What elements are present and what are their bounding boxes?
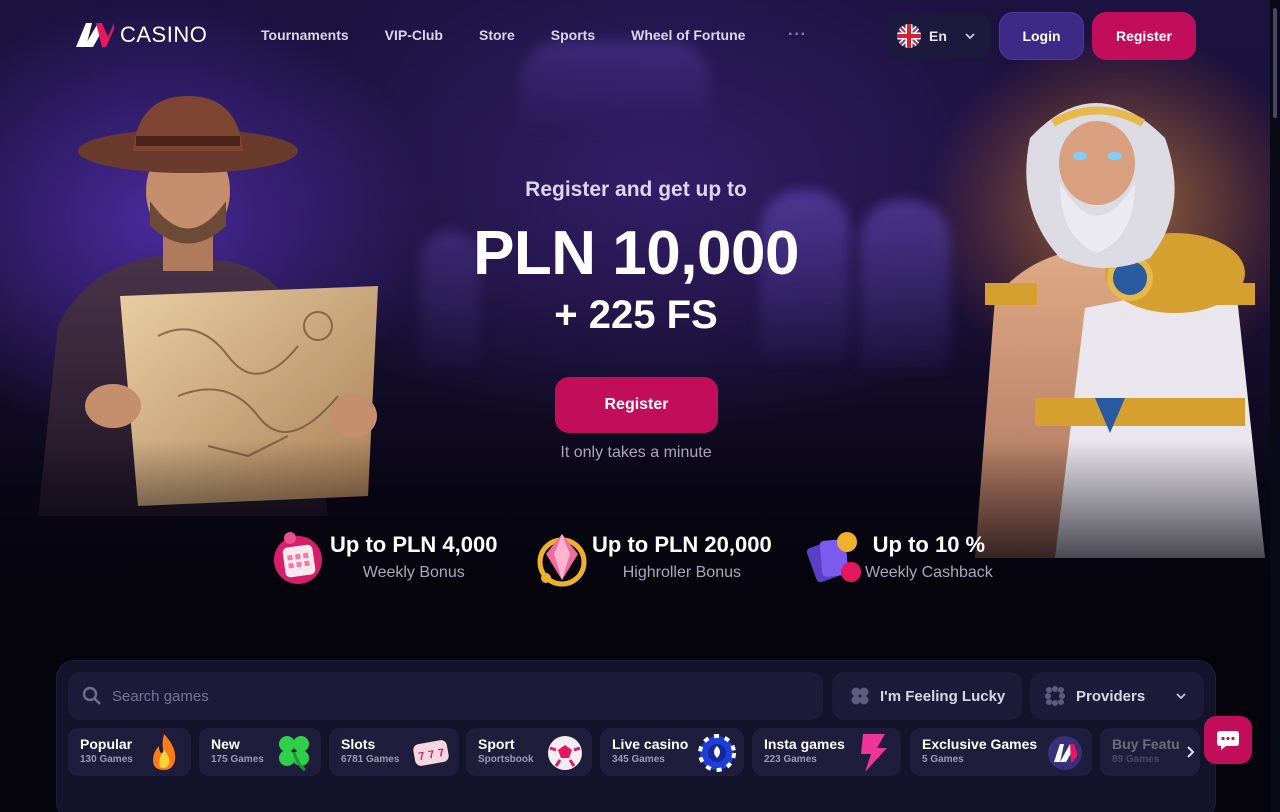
- av-logo-icon: [1048, 736, 1082, 770]
- chat-support-button[interactable]: [1204, 716, 1252, 764]
- casino-chip-icon: [698, 734, 736, 772]
- category-exclusive-games[interactable]: Exclusive Games 5 Games: [910, 728, 1092, 776]
- bonus-label: Weekly Cashback: [865, 564, 993, 581]
- fire-icon: [153, 734, 176, 770]
- top-header: CASINO Tournaments VIP-Club Store Sports…: [0, 0, 1280, 72]
- nav-item-tournaments[interactable]: Tournaments: [261, 27, 349, 43]
- nav-more-button[interactable]: ···: [788, 26, 807, 44]
- feeling-lucky-label: I'm Feeling Lucky: [880, 687, 1006, 705]
- bonus-title: Up to 10 %: [872, 532, 986, 557]
- bonus-cashback[interactable]: Up to 10 % Weekly Cashback: [807, 528, 993, 588]
- register-button-header[interactable]: Register: [1092, 12, 1196, 60]
- login-button[interactable]: Login: [999, 12, 1084, 60]
- language-selector[interactable]: En: [886, 13, 991, 59]
- search-bar[interactable]: [68, 672, 823, 720]
- chevron-right-icon[interactable]: [1182, 741, 1200, 763]
- page-scrollbar[interactable]: [1270, 0, 1280, 812]
- providers-label: Providers: [1076, 687, 1146, 705]
- search-icon: [82, 686, 101, 705]
- uk-flag-icon: [897, 24, 921, 48]
- scrollbar-thumb[interactable]: [1273, 8, 1277, 118]
- bonus-title: Up to PLN 4,000: [330, 532, 498, 557]
- promo-note: It only takes a minute: [560, 444, 712, 461]
- calendar-gift-icon: [274, 532, 322, 584]
- bonus-weekly[interactable]: Up to PLN 4,000 Weekly Bonus: [272, 528, 497, 588]
- bonus-title: Up to PLN 20,000: [592, 532, 772, 557]
- providers-dropdown[interactable]: Providers: [1030, 672, 1204, 720]
- language-label: En: [929, 28, 947, 44]
- providers-grid-icon: [1045, 686, 1065, 706]
- chat-bubble-icon: [1217, 731, 1239, 750]
- nav-item-sports[interactable]: Sports: [551, 27, 595, 43]
- nav-item-vip-club[interactable]: VIP-Club: [385, 27, 443, 43]
- crystal-gem-icon: [537, 534, 587, 587]
- logo-text: CASINO: [120, 22, 208, 47]
- cards-cashback-icon: [807, 532, 861, 583]
- lightning-icon: [861, 734, 887, 772]
- category-new[interactable]: New 175 Games: [199, 728, 321, 776]
- casino-logo[interactable]: CASINO: [76, 22, 207, 48]
- bonus-highroller[interactable]: Up to PLN 20,000 Highroller Bonus: [534, 528, 772, 588]
- promo-free-spins: + 225 FS: [554, 293, 718, 337]
- slot-reels-icon: 777: [413, 740, 449, 766]
- clover-icon: [851, 687, 869, 705]
- category-slots[interactable]: Slots 6781 Games 777: [329, 728, 459, 776]
- nav-item-store[interactable]: Store: [479, 27, 515, 43]
- category-insta-games[interactable]: Insta games 223 Games: [752, 728, 901, 776]
- av-logo-icon: [76, 23, 114, 47]
- bonus-label: Highroller Bonus: [622, 564, 741, 581]
- feeling-lucky-button[interactable]: I'm Feeling Lucky: [832, 672, 1022, 720]
- chevron-down-icon: [1176, 693, 1186, 700]
- category-live-casino[interactable]: Live casino 345 Games: [600, 728, 744, 776]
- bonus-label: Weekly Bonus: [362, 564, 465, 581]
- promo-subtitle: Register and get up to: [525, 178, 747, 201]
- promo-amount: PLN 10,000: [473, 219, 799, 288]
- category-sport[interactable]: Sport Sportsbook: [466, 728, 592, 776]
- chevron-down-icon: [965, 33, 975, 40]
- clover-icon: [279, 736, 309, 772]
- soccer-ball-icon: [548, 736, 582, 770]
- register-button-hero[interactable]: Register: [555, 377, 718, 433]
- category-popular[interactable]: Popular 130 Games: [68, 728, 191, 776]
- main-nav: Tournaments VIP-Club Store Sports Wheel …: [261, 27, 745, 43]
- nav-item-wheel-of-fortune[interactable]: Wheel of Fortune: [631, 27, 745, 43]
- search-input[interactable]: [112, 687, 752, 705]
